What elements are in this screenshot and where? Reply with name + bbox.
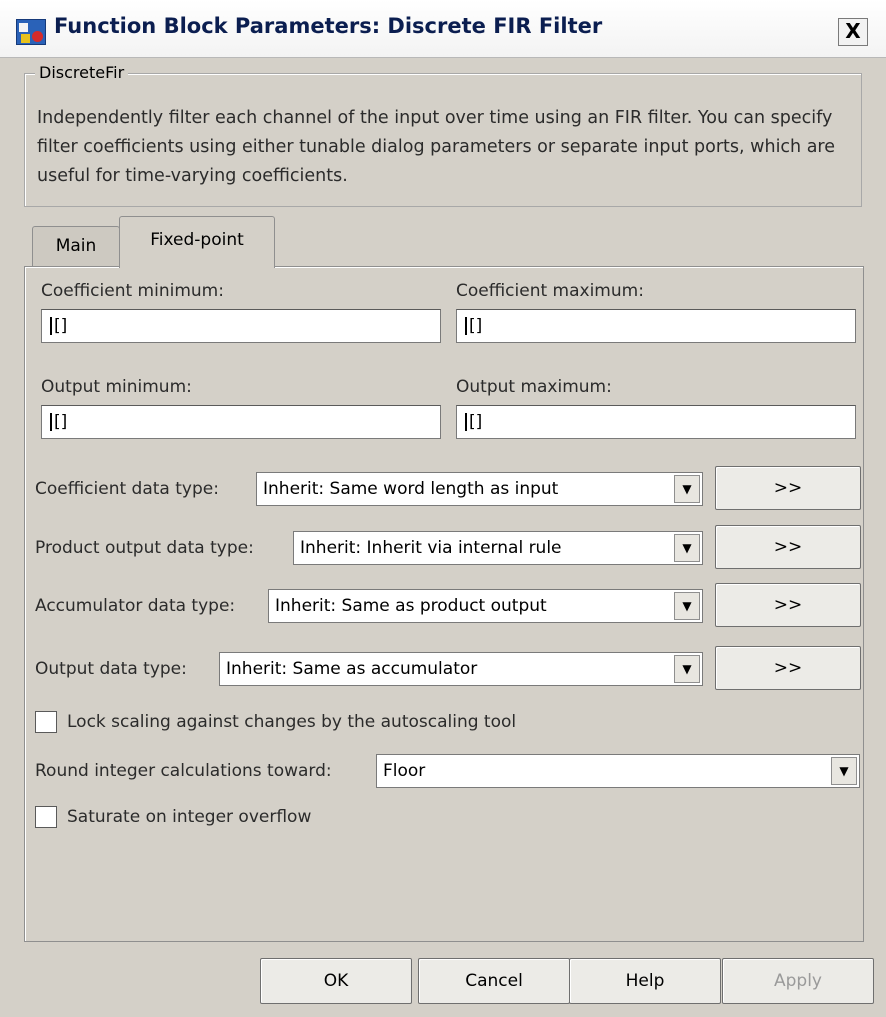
window-title: Function Block Parameters: Discrete FIR … — [54, 14, 603, 38]
coefficient-maximum-input[interactable]: [] — [456, 309, 856, 343]
close-button[interactable]: X — [838, 18, 868, 46]
coefficient-datatype-label: Coefficient data type: — [35, 479, 219, 499]
tab-fixed-point[interactable]: Fixed-point — [119, 216, 275, 268]
accumulator-datatype-value: Inherit: Same as product output — [275, 596, 547, 616]
round-integer-label: Round integer calculations toward: — [35, 761, 332, 781]
output-minimum-label: Output minimum: — [41, 377, 192, 397]
output-datatype-label: Output data type: — [35, 659, 187, 679]
description-group-label: DiscreteFir — [35, 63, 129, 83]
coefficient-datatype-value: Inherit: Same word length as input — [263, 479, 559, 499]
title-bar[interactable]: Function Block Parameters: Discrete FIR … — [0, 0, 886, 58]
output-datatype-value: Inherit: Same as accumulator — [226, 659, 478, 679]
coefficient-minimum-value: [] — [54, 316, 68, 336]
cancel-button[interactable]: Cancel — [418, 958, 570, 1004]
coefficient-maximum-label: Coefficient maximum: — [456, 281, 644, 301]
coefficient-maximum-value: [] — [469, 316, 483, 336]
output-maximum-input[interactable]: [] — [456, 405, 856, 439]
saturate-overflow-label: Saturate on integer overflow — [67, 807, 312, 827]
accumulator-datatype-label: Accumulator data type: — [35, 596, 236, 616]
ok-button[interactable]: OK — [260, 958, 412, 1004]
tab-main[interactable]: Main — [32, 226, 120, 266]
dialog-window: Function Block Parameters: Discrete FIR … — [0, 0, 886, 1017]
output-maximum-value: [] — [469, 412, 483, 432]
chevron-down-icon[interactable]: ▼ — [674, 655, 700, 683]
coefficient-datatype-select[interactable]: Inherit: Same word length as input ▼ — [256, 472, 703, 506]
product-datatype-select[interactable]: Inherit: Inherit via internal rule ▼ — [293, 531, 703, 565]
round-integer-select[interactable]: Floor ▼ — [376, 754, 860, 788]
product-datatype-value: Inherit: Inherit via internal rule — [300, 538, 562, 558]
output-datatype-assistant-button[interactable]: >> — [715, 646, 861, 690]
product-datatype-assistant-button[interactable]: >> — [715, 525, 861, 569]
chevron-down-icon[interactable]: ▼ — [674, 475, 700, 503]
lock-scaling-label: Lock scaling against changes by the auto… — [67, 712, 517, 732]
coefficient-minimum-label: Coefficient minimum: — [41, 281, 224, 301]
description-group: DiscreteFir Independently filter each ch… — [24, 63, 862, 207]
description-text: Independently filter each channel of the… — [37, 108, 836, 186]
simulink-block-icon — [16, 19, 46, 45]
round-integer-value: Floor — [383, 761, 426, 781]
apply-button[interactable]: Apply — [722, 958, 874, 1004]
saturate-overflow-checkbox[interactable] — [35, 806, 57, 828]
chevron-down-icon[interactable]: ▼ — [831, 757, 857, 785]
chevron-down-icon[interactable]: ▼ — [674, 534, 700, 562]
output-datatype-select[interactable]: Inherit: Same as accumulator ▼ — [219, 652, 703, 686]
coefficient-minimum-input[interactable]: [] — [41, 309, 441, 343]
chevron-down-icon[interactable]: ▼ — [674, 592, 700, 620]
product-datatype-label: Product output data type: — [35, 538, 254, 558]
help-button[interactable]: Help — [569, 958, 721, 1004]
lock-scaling-checkbox[interactable] — [35, 711, 57, 733]
accumulator-datatype-assistant-button[interactable]: >> — [715, 583, 861, 627]
output-minimum-value: [] — [54, 412, 68, 432]
accumulator-datatype-select[interactable]: Inherit: Same as product output ▼ — [268, 589, 703, 623]
coefficient-datatype-assistant-button[interactable]: >> — [715, 466, 861, 510]
output-minimum-input[interactable]: [] — [41, 405, 441, 439]
output-maximum-label: Output maximum: — [456, 377, 612, 397]
